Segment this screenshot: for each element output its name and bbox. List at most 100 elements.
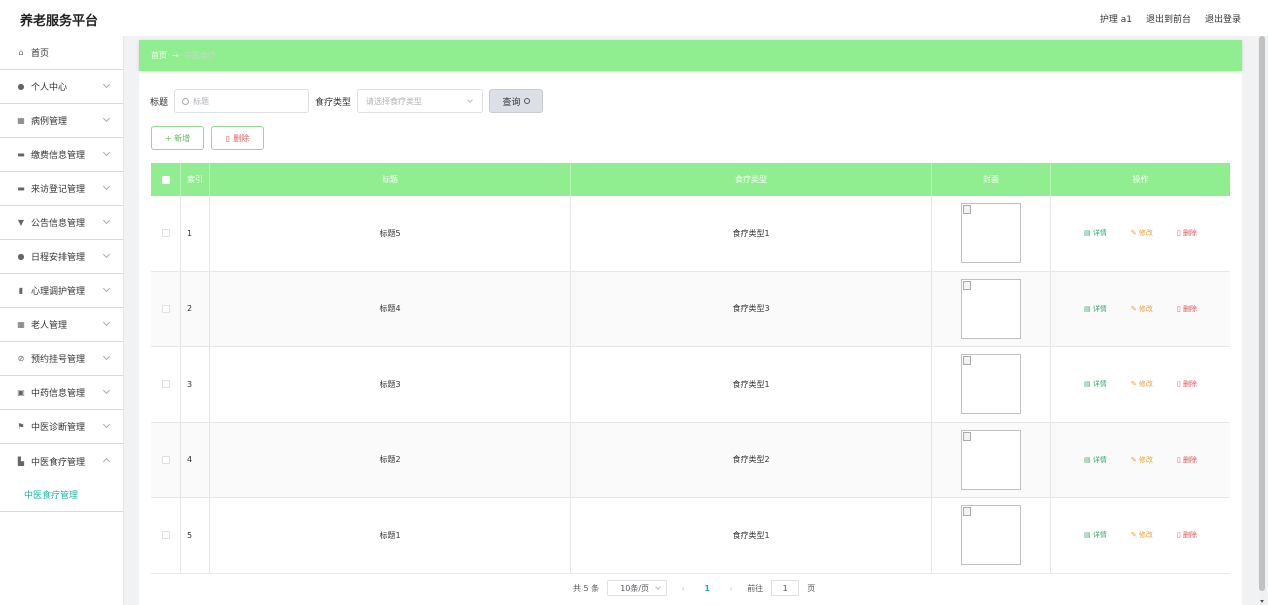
broken-image-icon (963, 431, 971, 441)
column-header-index: 索引 (181, 163, 210, 196)
sidebar-item-notices[interactable]: ▼ 公告信息管理 (0, 206, 123, 240)
row-title: 标题4 (210, 271, 571, 346)
chevron-down-icon (102, 148, 111, 157)
delete-button[interactable]: ▯ 删除 (1177, 304, 1197, 314)
delete-button[interactable]: ▯ 删除 (1177, 379, 1197, 389)
select-all-cell[interactable] (151, 163, 181, 196)
cover-image (961, 203, 1021, 264)
book-icon: ▙ (17, 456, 25, 466)
row-checkbox[interactable] (161, 304, 170, 313)
edit-button[interactable]: ✎ 修改 (1131, 455, 1153, 465)
chevron-down-icon (467, 97, 473, 103)
sidebar-item-diet[interactable]: ▙ 中医食疗管理 (0, 444, 123, 478)
page-size-select[interactable]: 10条/页 (607, 580, 668, 596)
delete-button[interactable]: ▯ 删除 (1177, 530, 1197, 540)
sidebar-item-label: 中医食疗管理 (31, 457, 86, 468)
goto-page-input[interactable]: 1 (771, 580, 800, 596)
sidebar-item-profile[interactable]: ● 个人中心 (0, 70, 123, 104)
current-user: 护理 a1 (1099, 15, 1132, 25)
batch-delete-label: 删除 (233, 133, 250, 143)
sidebar-item-label: 老人管理 (31, 321, 68, 331)
sidebar-item-visits[interactable]: ▬ 来访登记管理 (0, 172, 123, 206)
row-title: 标题5 (210, 196, 571, 271)
row-type: 食疗类型3 (571, 271, 932, 346)
type-select[interactable]: 请选择食疗类型 (357, 89, 484, 113)
detail-button[interactable]: ▤ 详情 (1084, 455, 1107, 465)
sidebar-item-schedule[interactable]: ● 日程安排管理 (0, 240, 123, 274)
sidebar-subitem-diet-management[interactable]: 中医食疗管理 (0, 478, 123, 512)
row-type: 食疗类型2 (571, 422, 932, 497)
sidebar-item-label: 首页 (31, 49, 50, 59)
row-checkbox[interactable] (161, 531, 170, 540)
column-header-type: 食疗类型 (571, 163, 932, 196)
type-label: 食疗类型 (315, 97, 352, 108)
breadcrumb: 首页 → 中医食疗 (139, 40, 1242, 71)
edit-button[interactable]: ✎ 修改 (1131, 530, 1153, 540)
query-button-label: 查询 (502, 97, 521, 108)
sidebar-item-herbs[interactable]: ▣ 中药信息管理 (0, 376, 123, 410)
top-bar: 养老服务平台 护理 a1 退出到前台 退出登录 (0, 0, 1268, 36)
sidebar-item-cases[interactable]: ▦ 病例管理 (0, 104, 123, 138)
page-number-current[interactable]: 1 (699, 584, 715, 593)
chevron-down-icon (102, 420, 111, 429)
pagination: 共 5 条 10条/页 ‹ 1 › 前往 1 页 (573, 580, 815, 596)
batch-delete-button[interactable]: ▯ 删除 (211, 126, 264, 150)
sidebar-item-appointments[interactable]: ⊘ 预约挂号管理 (0, 342, 123, 376)
table-row: 5 标题1 食疗类型1 ▤ 详情 ✎ 修改 ▯ 删除 (151, 498, 1230, 574)
row-title: 标题2 (210, 422, 571, 497)
chevron-down-icon (102, 318, 111, 327)
sidebar: ⌂ 首页 ● 个人中心 ▦ 病例管理 ▬ 缴费信息管理 ▬ 来访登记管理 ▼ 公… (0, 36, 124, 605)
sidebar-item-psych[interactable]: ▮ 心理调护管理 (0, 274, 123, 308)
edit-button[interactable]: ✎ 修改 (1131, 304, 1153, 314)
title-search-input[interactable]: 标题 (174, 89, 310, 113)
logout-link[interactable]: 退出登录 (1205, 12, 1241, 25)
detail-label: 详情 (1092, 229, 1107, 238)
sidebar-item-payments[interactable]: ▬ 缴费信息管理 (0, 138, 123, 172)
row-title: 标题1 (210, 498, 571, 573)
app-title: 养老服务平台 (20, 14, 99, 29)
chevron-down-icon (102, 250, 111, 259)
query-button[interactable]: 查询 (489, 89, 544, 113)
detail-label: 详情 (1092, 380, 1107, 389)
total-count: 共 5 条 (573, 583, 600, 593)
add-button[interactable]: + 新增 (151, 126, 204, 150)
row-checkbox[interactable] (161, 380, 170, 389)
prev-page-button[interactable]: ‹ (675, 584, 691, 593)
arrow-right-icon: → (172, 51, 179, 60)
type-placeholder: 请选择食疗类型 (366, 96, 423, 106)
cover-image (961, 354, 1021, 415)
edit-button[interactable]: ✎ 修改 (1131, 379, 1153, 389)
scrollbar-thumb[interactable] (1259, 36, 1265, 591)
sidebar-item-home[interactable]: ⌂ 首页 (0, 36, 123, 70)
row-title: 标题3 (210, 347, 571, 422)
page-suffix: 页 (807, 583, 816, 593)
sidebar-item-diagnosis[interactable]: ⚑ 中医诊断管理 (0, 410, 123, 444)
sidebar-item-label: 中医诊断管理 (31, 423, 86, 433)
detail-button[interactable]: ▤ 详情 (1084, 304, 1107, 314)
detail-button[interactable]: ▤ 详情 (1084, 379, 1107, 389)
select-all-checkbox[interactable] (161, 175, 170, 184)
title-placeholder: 标题 (193, 96, 210, 106)
chart-icon: ▮ (18, 286, 24, 295)
detail-button[interactable]: ▤ 详情 (1084, 530, 1107, 540)
sidebar-item-elders[interactable]: ▦ 老人管理 (0, 308, 123, 342)
vertical-scrollbar[interactable] (1258, 36, 1266, 605)
row-checkbox[interactable] (161, 229, 170, 238)
delete-button[interactable]: ▯ 删除 (1177, 455, 1197, 465)
ticket-icon: ▬ (17, 184, 25, 193)
exit-to-front-link[interactable]: 退出到前台 (1146, 12, 1191, 25)
page-size-value: 10条/页 (620, 583, 650, 593)
edit-label: 修改 (1138, 229, 1153, 238)
scroll-down-arrow-icon[interactable] (1260, 600, 1264, 603)
table-row: 4 标题2 食疗类型2 ▤ 详情 ✎ 修改 ▯ 删除 (151, 422, 1230, 498)
row-type: 食疗类型1 (571, 347, 932, 422)
sidebar-item-label: 病例管理 (31, 117, 68, 127)
row-checkbox[interactable] (161, 455, 170, 464)
breadcrumb-home[interactable]: 首页 (151, 50, 167, 61)
broken-image-icon (963, 507, 971, 517)
next-page-button[interactable]: › (723, 584, 739, 593)
monitor-icon: ▬ (17, 150, 25, 159)
detail-button[interactable]: ▤ 详情 (1084, 228, 1107, 238)
delete-button[interactable]: ▯ 删除 (1177, 228, 1197, 238)
edit-button[interactable]: ✎ 修改 (1131, 228, 1153, 238)
